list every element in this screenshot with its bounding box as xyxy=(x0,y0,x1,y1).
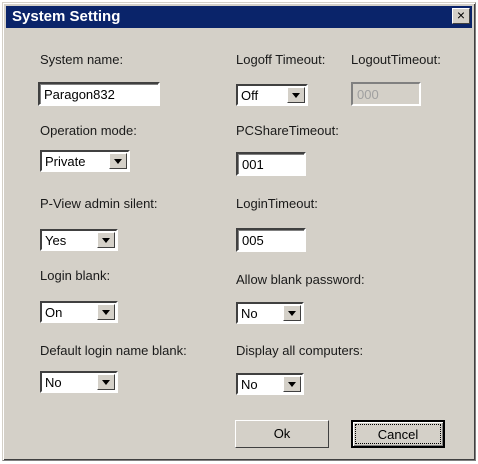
pview-admin-silent-label: P-View admin silent: xyxy=(40,196,158,211)
pview-admin-silent-value: Yes xyxy=(45,233,67,248)
operation-mode-select[interactable]: Private xyxy=(40,150,130,172)
default-login-name-blank-select[interactable]: No xyxy=(40,371,118,393)
system-name-input[interactable]: Paragon832 xyxy=(38,82,160,106)
chevron-down-icon[interactable] xyxy=(109,153,127,169)
chevron-down-icon[interactable] xyxy=(283,376,301,392)
allow-blank-password-value: No xyxy=(241,306,258,321)
display-all-computers-value: No xyxy=(241,377,258,392)
chevron-down-icon[interactable] xyxy=(287,87,305,103)
chevron-down-icon[interactable] xyxy=(97,304,115,320)
ok-button[interactable]: Ok xyxy=(235,420,329,448)
logoff-timeout-label: Logoff Timeout: xyxy=(236,52,326,67)
default-login-name-blank-value: No xyxy=(45,375,62,390)
title-bar: System Setting × xyxy=(6,6,472,28)
default-login-name-blank-label: Default login name blank: xyxy=(40,343,187,358)
logoff-timeout-value: Off xyxy=(241,88,259,103)
window-title: System Setting xyxy=(12,8,121,25)
login-blank-label: Login blank: xyxy=(40,268,111,283)
display-all-computers-label: Display all computers: xyxy=(236,343,364,358)
cancel-button[interactable]: Cancel xyxy=(351,420,445,448)
logout-timeout-label: LogoutTimeout: xyxy=(351,52,441,67)
operation-mode-value: Private xyxy=(45,154,86,169)
login-timeout-input[interactable]: 005 xyxy=(236,228,306,252)
allow-blank-password-label: Allow blank password: xyxy=(236,272,365,287)
logoff-timeout-select[interactable]: Off xyxy=(236,84,308,106)
pcshare-timeout-input[interactable]: 001 xyxy=(236,152,306,176)
logout-timeout-input: 000 xyxy=(351,82,421,106)
close-icon[interactable]: × xyxy=(452,8,470,24)
login-blank-select[interactable]: On xyxy=(40,301,118,323)
login-timeout-label: LoginTimeout: xyxy=(236,196,318,211)
login-blank-value: On xyxy=(45,305,63,320)
system-name-label: System name: xyxy=(40,52,124,67)
chevron-down-icon[interactable] xyxy=(97,374,115,390)
allow-blank-password-select[interactable]: No xyxy=(236,302,304,324)
pview-admin-silent-select[interactable]: Yes xyxy=(40,229,118,251)
chevron-down-icon[interactable] xyxy=(283,305,301,321)
display-all-computers-select[interactable]: No xyxy=(236,373,304,395)
pcshare-timeout-label: PCShareTimeout: xyxy=(236,123,339,138)
chevron-down-icon[interactable] xyxy=(97,232,115,248)
operation-mode-label: Operation mode: xyxy=(40,123,137,138)
